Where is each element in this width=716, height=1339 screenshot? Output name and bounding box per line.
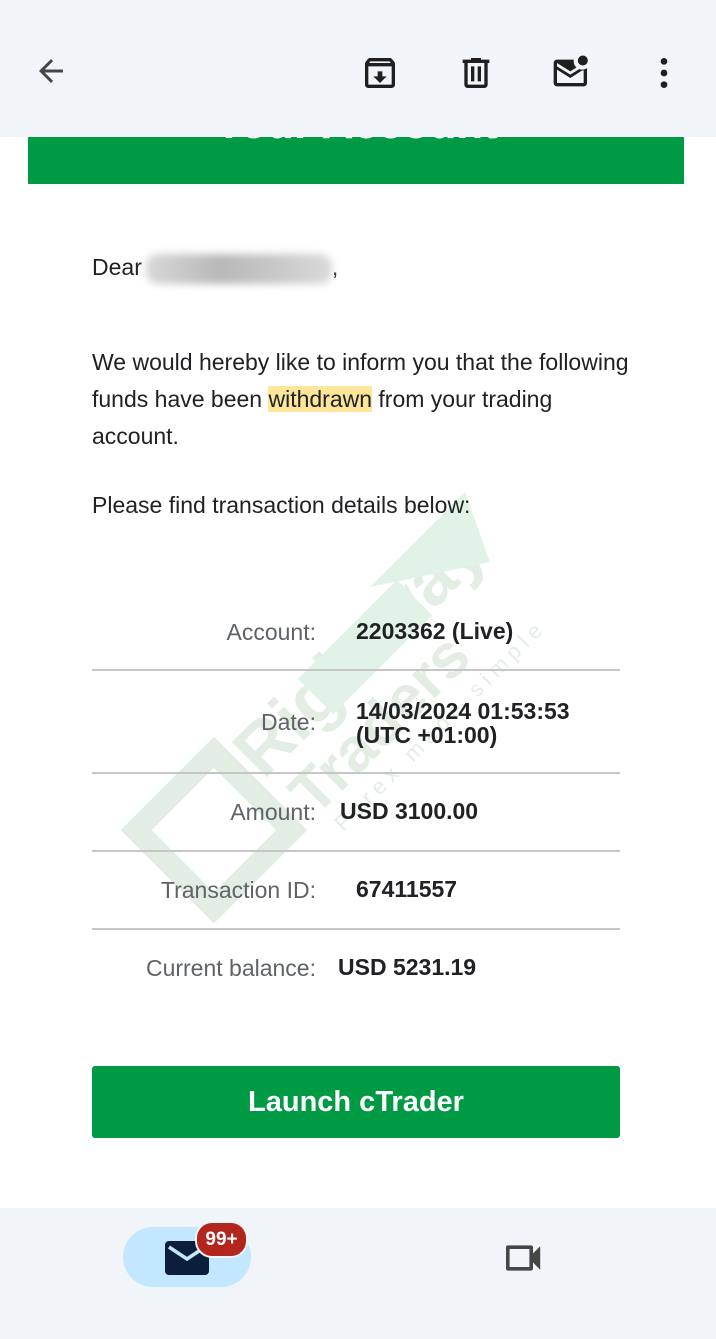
bottom-navigation: 99+ — [0, 1208, 716, 1339]
divider — [92, 850, 620, 852]
email-body[interactable]: Your Account Rightway Traders Forex made… — [0, 137, 716, 1208]
archive-icon — [365, 58, 395, 88]
divider — [92, 772, 620, 774]
watermark-line1: Rightway — [218, 509, 501, 792]
notification-paragraph: We would hereby like to inform you that … — [92, 344, 632, 455]
greeting-word: Dear — [92, 254, 142, 280]
email-header-banner: Your Account — [28, 137, 684, 184]
mail-unread-badge: 99+ — [195, 1221, 248, 1258]
trash-icon — [462, 58, 490, 88]
meet-tab[interactable] — [496, 1236, 552, 1280]
highlighted-word: withdrawn — [268, 386, 373, 412]
detail-value: 67411557 — [356, 876, 458, 902]
more-options-button[interactable] — [639, 48, 689, 98]
greeting-punct: , — [331, 254, 339, 280]
launch-ctrader-button[interactable]: Launch cTrader — [92, 1066, 620, 1138]
divider — [92, 669, 620, 671]
banner-title: Your Account — [28, 137, 684, 149]
delete-button[interactable] — [451, 48, 501, 98]
detail-label: Amount: — [230, 799, 316, 825]
archive-button[interactable] — [355, 48, 405, 98]
detail-value: 2203362 (Live) — [356, 618, 514, 644]
back-button[interactable] — [26, 46, 76, 96]
arrow-left-icon — [39, 59, 63, 83]
detail-label: Account: — [226, 619, 317, 645]
video-camera-icon — [506, 1245, 541, 1271]
divider — [92, 928, 620, 930]
mark-unread-button[interactable] — [546, 48, 598, 98]
detail-label: Date: — [261, 709, 316, 735]
app-bar — [0, 0, 716, 137]
greeting: Dear, — [92, 249, 632, 286]
redacted-name — [145, 253, 332, 284]
mail-unread-icon — [553, 55, 588, 87]
more-vert-icon — [660, 58, 668, 88]
detail-value-line1: 14/03/2024 01:53:53 — [356, 698, 570, 724]
details-intro: Please find transaction details below: — [92, 492, 471, 518]
detail-value: USD 3100.00 — [340, 798, 479, 824]
detail-label: Current balance: — [145, 955, 316, 981]
detail-label: Transaction ID: — [160, 877, 316, 903]
detail-value: USD 5231.19 — [338, 954, 477, 980]
detail-value-line2: (UTC +01:00) — [356, 722, 498, 748]
